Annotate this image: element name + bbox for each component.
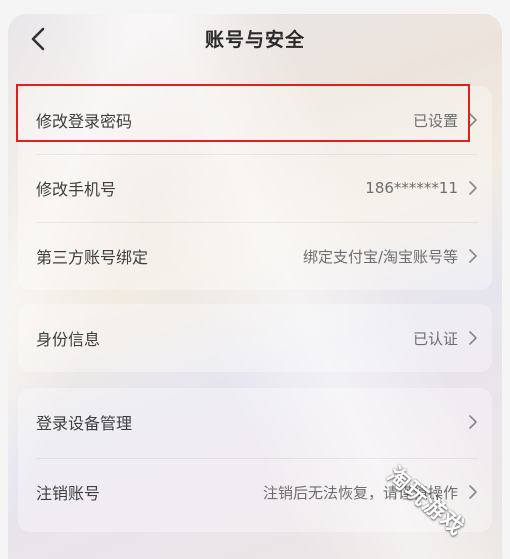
- row-label: 第三方账号绑定: [36, 248, 149, 267]
- chevron-right-icon: [469, 331, 477, 345]
- row-label: 注销账号: [36, 484, 101, 503]
- chevron-right-icon: [469, 485, 477, 499]
- row-value: 已认证: [412, 329, 458, 348]
- highlight-box: [16, 84, 470, 142]
- row-device-management[interactable]: 登录设备管理: [18, 388, 492, 456]
- row-value: 绑定支付宝/淘宝账号等: [302, 247, 458, 266]
- row-identity-info[interactable]: 身份信息 已认证: [18, 304, 492, 372]
- chevron-right-icon: [469, 415, 477, 429]
- chevron-right-icon: [469, 181, 477, 195]
- row-label: 修改手机号: [36, 180, 117, 199]
- row-third-party-binding[interactable]: 第三方账号绑定 绑定支付宝/淘宝账号等: [18, 222, 492, 290]
- row-label: 身份信息: [36, 330, 101, 349]
- identity-card: 身份信息 已认证: [18, 304, 492, 372]
- row-value: 186******11: [365, 179, 458, 197]
- top-bar: 账号与安全: [8, 14, 502, 64]
- row-change-phone[interactable]: 修改手机号 186******11: [18, 154, 492, 222]
- chevron-right-icon: [469, 249, 477, 263]
- row-label: 登录设备管理: [36, 414, 133, 433]
- page-title: 账号与安全: [204, 29, 305, 51]
